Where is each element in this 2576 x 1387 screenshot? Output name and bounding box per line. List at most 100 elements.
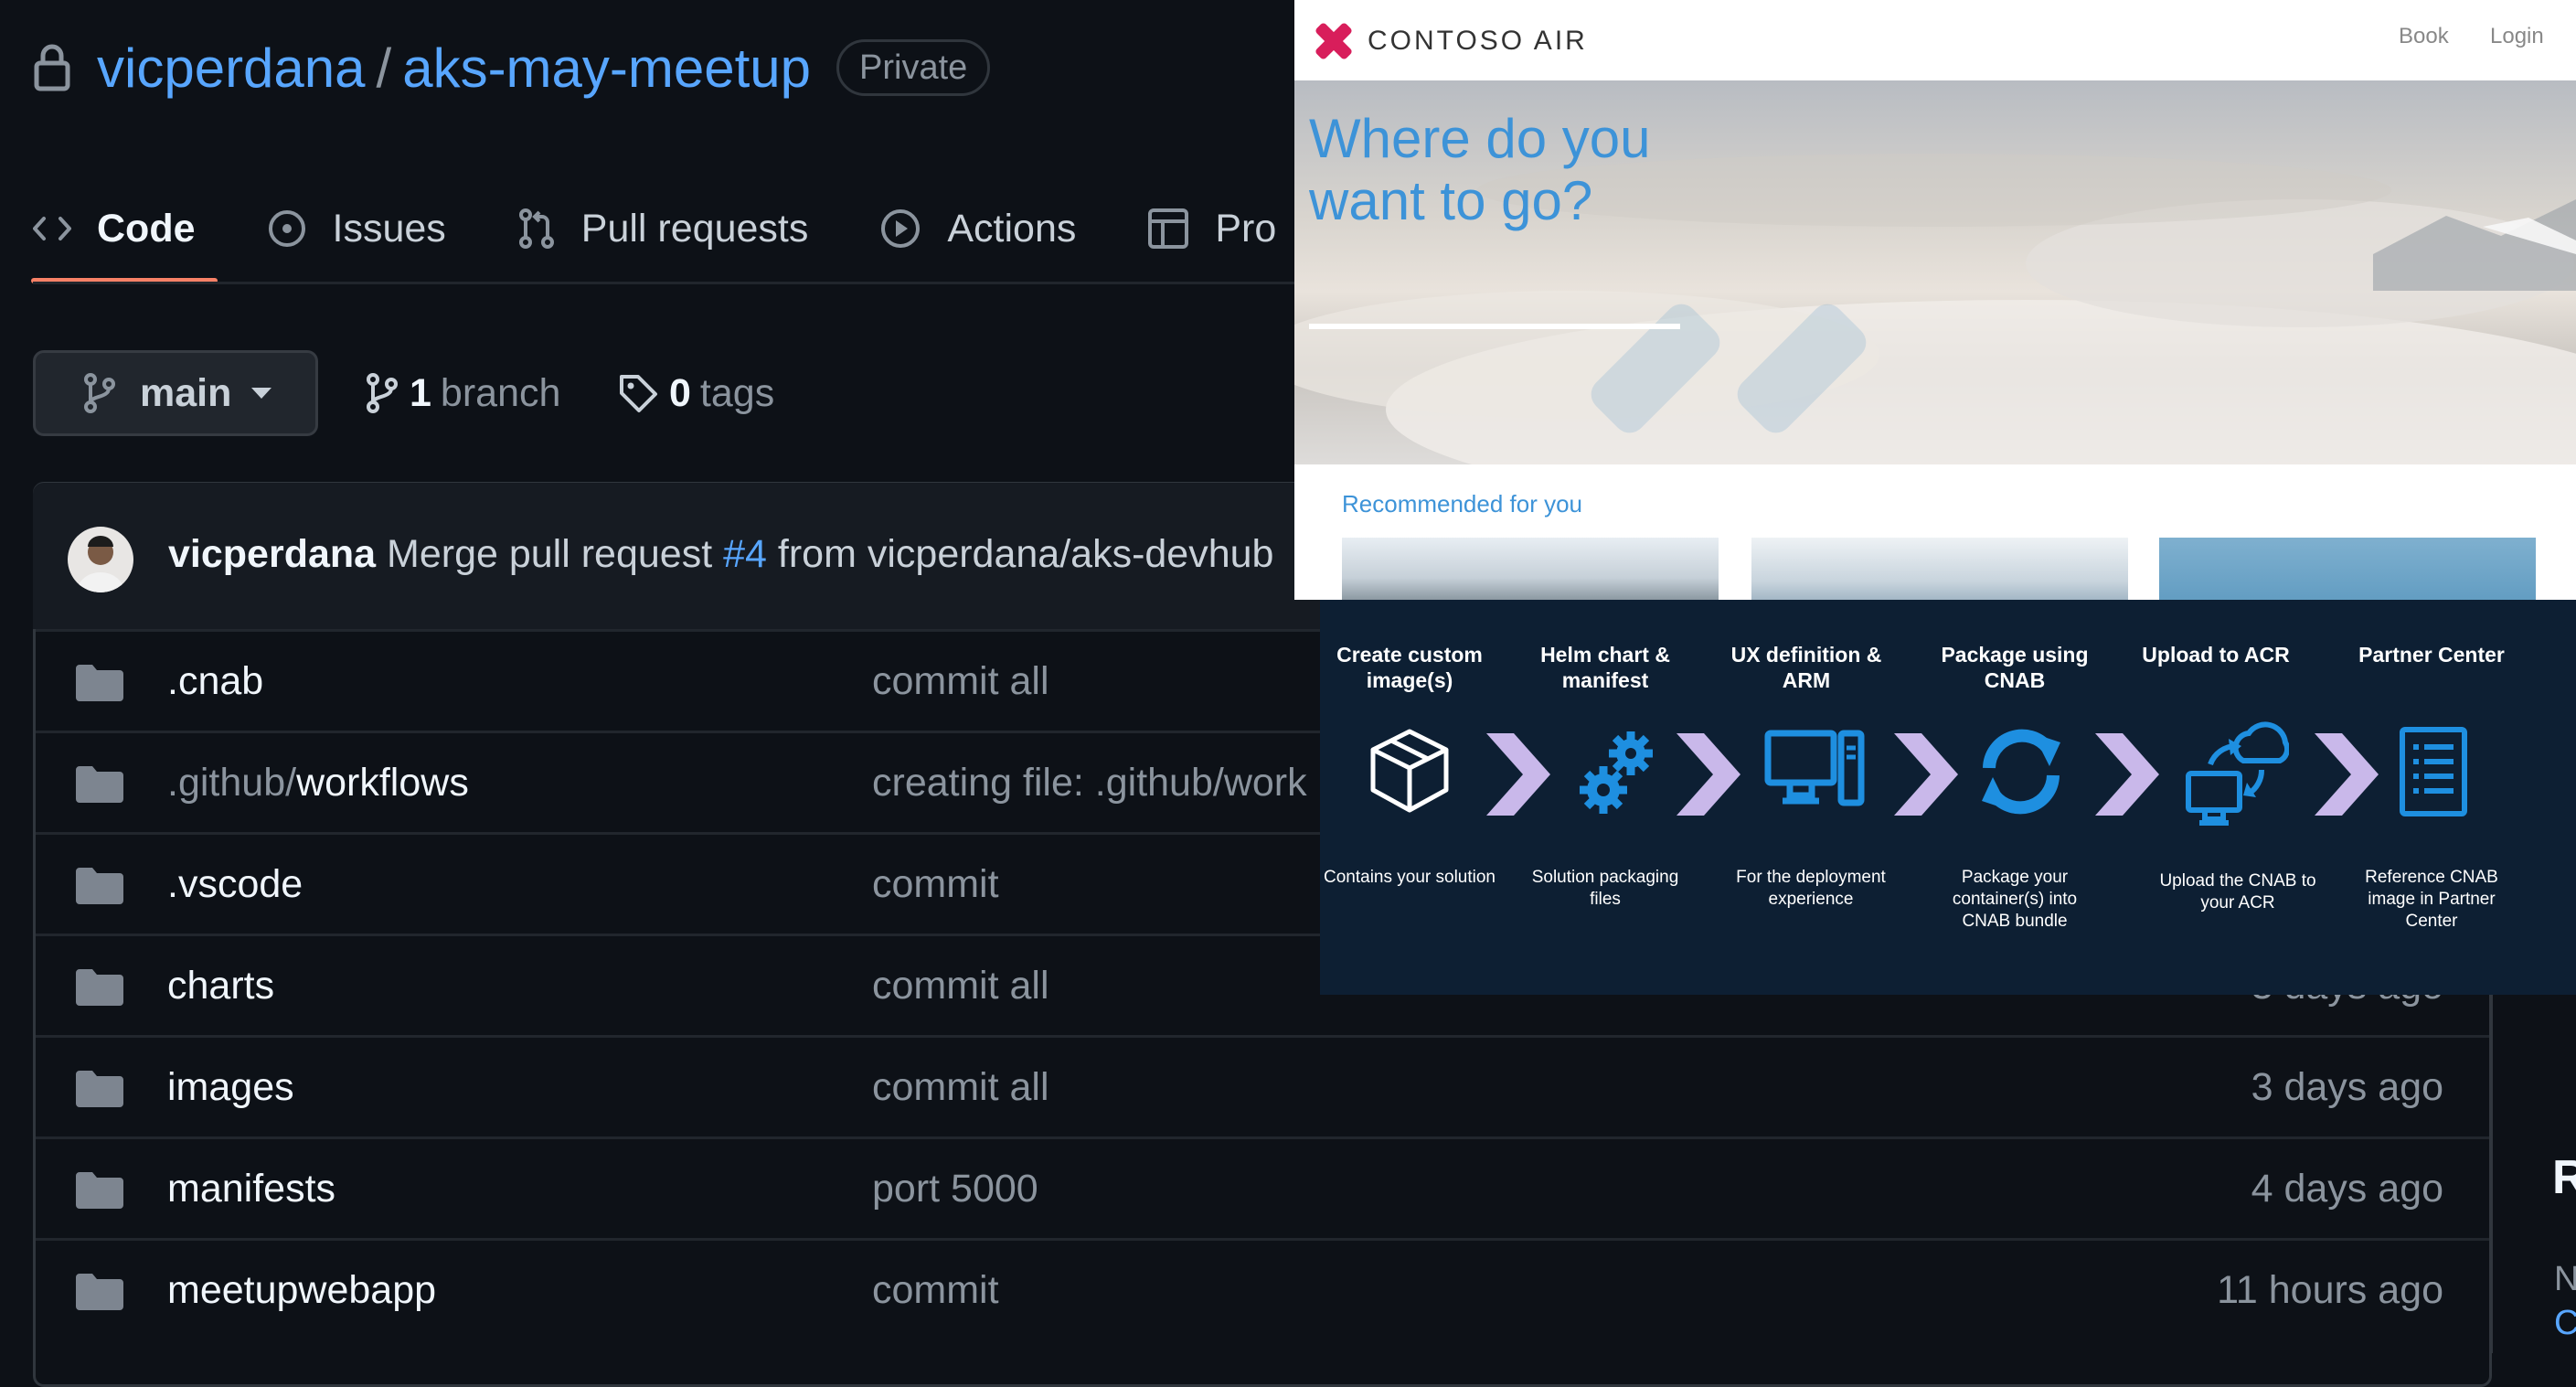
file-name-link[interactable]: manifests xyxy=(167,1167,335,1211)
sidebar-text: N xyxy=(2554,1260,2576,1298)
contoso-header: CONTOSO AIR Book Login xyxy=(1294,0,2576,80)
file-commit-message[interactable]: commit xyxy=(872,1268,999,1313)
code-icon xyxy=(33,217,71,240)
tab-label: Issues xyxy=(332,206,446,251)
file-name: workflows xyxy=(296,761,469,805)
tab-projects[interactable]: Pro xyxy=(1147,174,1276,283)
chevron-right-icon xyxy=(2315,733,2379,816)
git-pull-request-icon xyxy=(518,208,554,249)
file-commit-message[interactable]: commit all xyxy=(872,1065,1049,1110)
folder-icon xyxy=(76,766,123,803)
step-title: Partner Center xyxy=(2358,643,2505,667)
step-description: Solution packaging files xyxy=(1531,868,1679,909)
branch-label: branch xyxy=(440,370,561,415)
tab-label: Actions xyxy=(947,206,1077,251)
file-path-prefix: .github/ xyxy=(167,761,297,805)
pull-request-link[interactable]: #4 xyxy=(723,532,767,576)
file-commit-message[interactable]: creating file: .github/work xyxy=(872,761,1307,806)
tab-issues[interactable]: Issues xyxy=(267,174,446,283)
table-row[interactable]: meetupwebapp commit 11 hours ago xyxy=(36,1238,2489,1342)
file-name: .cnab xyxy=(167,659,264,703)
folder-icon xyxy=(76,969,123,1006)
nav-book-link[interactable]: Book xyxy=(2399,24,2449,49)
step-description: Contains your solution xyxy=(1324,868,1496,887)
file-name-link[interactable]: images xyxy=(167,1065,294,1110)
file-name-link[interactable]: .vscode xyxy=(167,862,303,907)
sidebar-heading: R xyxy=(2552,1151,2576,1204)
branch-count: 1 xyxy=(410,370,431,415)
chevron-right-icon xyxy=(1894,733,1958,816)
branches-link[interactable]: 1 branch xyxy=(366,350,560,436)
file-name: images xyxy=(167,1065,294,1109)
repo-name-link[interactable]: aks-may-meetup xyxy=(402,37,811,100)
repo-header: vicperdana / aks-may-meetup Private xyxy=(33,33,991,102)
sync-icon xyxy=(1982,729,2060,815)
file-name: meetupwebapp xyxy=(167,1268,437,1312)
folder-icon xyxy=(76,1071,123,1107)
step-title: Package using CNAB xyxy=(1941,643,2089,692)
tab-code[interactable]: Code xyxy=(31,174,217,283)
nav-login-link[interactable]: Login xyxy=(2490,24,2544,49)
desktop-icon xyxy=(1764,730,1865,806)
tag-label: tags xyxy=(699,370,775,415)
step-description: Reference CNAB image in Partner Center xyxy=(2365,868,2498,931)
commit-message-prefix[interactable]: Merge pull request xyxy=(387,532,712,576)
table-icon xyxy=(1148,208,1189,249)
folder-icon xyxy=(76,1274,123,1310)
play-icon xyxy=(881,209,921,248)
branch-name: main xyxy=(140,370,232,415)
file-commit-age: 4 days ago xyxy=(2251,1167,2443,1211)
destination-thumbnail[interactable] xyxy=(2159,538,2536,600)
recommended-heading: Recommended for you xyxy=(1342,490,1583,517)
repo-path-separator: / xyxy=(376,37,392,99)
contoso-logo-icon[interactable] xyxy=(1309,16,1358,66)
file-commit-message[interactable]: commit all xyxy=(872,964,1049,1008)
file-commit-message[interactable]: port 5000 xyxy=(872,1167,1038,1211)
file-name-link[interactable]: .github/workflows xyxy=(167,761,469,806)
repo-tabs: Code Issues Pull requests Actions Pro xyxy=(31,174,1347,283)
step-title: Create custom image(s) xyxy=(1336,643,1483,692)
file-name-link[interactable]: meetupwebapp xyxy=(167,1268,436,1313)
step-description: Package your container(s) into CNAB bund… xyxy=(1952,868,2078,931)
tab-label: Pro xyxy=(1215,206,1277,251)
sidebar-link[interactable]: C xyxy=(2554,1304,2576,1343)
file-name: charts xyxy=(167,964,275,1008)
branch-select-button[interactable]: main xyxy=(33,350,318,436)
cnab-process-diagram: Create custom image(s) Helm chart & mani… xyxy=(1320,600,2576,995)
avatar[interactable] xyxy=(68,527,133,592)
latest-commit-message: vicperdana Merge pull request #4 from vi… xyxy=(168,532,1273,577)
step-title: Helm chart & manifest xyxy=(1540,643,1670,692)
hero-title-underline xyxy=(1309,324,1680,329)
contoso-brand[interactable]: CONTOSO AIR xyxy=(1368,26,1588,57)
commit-author-link[interactable]: vicperdana xyxy=(168,532,376,576)
destination-thumbnail[interactable] xyxy=(1342,538,1719,600)
file-commit-age: 11 hours ago xyxy=(2217,1268,2443,1312)
file-name: .vscode xyxy=(167,862,303,906)
commit-message-suffix[interactable]: from vicperdana/aks-devhub xyxy=(778,532,1274,576)
tab-actions[interactable]: Actions xyxy=(879,174,1076,283)
file-commit-message[interactable]: commit all xyxy=(872,659,1049,704)
lock-icon xyxy=(34,44,70,91)
git-branch-icon xyxy=(367,373,398,413)
folder-icon xyxy=(76,1172,123,1209)
gears-icon xyxy=(1580,731,1653,814)
repo-owner-link[interactable]: vicperdana xyxy=(97,37,366,100)
file-name: manifests xyxy=(167,1167,336,1211)
destination-thumbnail[interactable] xyxy=(1751,538,2128,600)
visibility-badge: Private xyxy=(836,39,991,96)
table-row[interactable]: images commit all 3 days ago xyxy=(36,1035,2489,1139)
git-branch-icon xyxy=(84,373,115,413)
file-commit-message[interactable]: commit xyxy=(872,862,999,907)
file-commit-age: 3 days ago xyxy=(2251,1065,2443,1109)
file-name-link[interactable]: .cnab xyxy=(167,659,263,704)
file-name-link[interactable]: charts xyxy=(167,964,274,1008)
table-row[interactable]: manifests port 5000 4 days ago xyxy=(36,1136,2489,1241)
caret-down-icon xyxy=(251,388,272,399)
issue-opened-icon xyxy=(268,210,305,247)
tags-link[interactable]: 0 tags xyxy=(618,350,774,436)
step-description: Upload the CNAB to your ACR xyxy=(2159,871,2316,912)
tab-pull-requests[interactable]: Pull requests xyxy=(517,174,809,283)
tab-label: Pull requests xyxy=(580,206,809,251)
tag-icon xyxy=(620,375,657,412)
step-title: UX definition & ARM xyxy=(1730,643,1882,692)
